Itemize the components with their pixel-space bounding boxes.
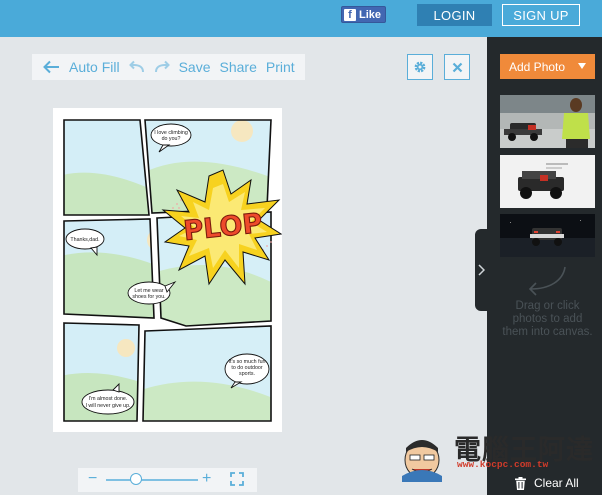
minus-icon[interactable]: − bbox=[88, 470, 97, 488]
settings-button[interactable] bbox=[407, 54, 433, 80]
chevron-right-icon bbox=[478, 264, 485, 276]
bubble-line: do you? bbox=[162, 136, 181, 142]
bubble-line: sports. bbox=[239, 371, 255, 377]
signup-button[interactable]: SIGN UP bbox=[502, 4, 580, 26]
drag-hint-line: them into canvas. bbox=[502, 326, 593, 338]
zoom-slider-track[interactable] bbox=[106, 479, 198, 481]
caret-down-icon bbox=[578, 63, 586, 69]
fullscreen-icon[interactable] bbox=[230, 472, 244, 491]
gear-icon bbox=[414, 61, 426, 73]
facebook-icon: f bbox=[344, 8, 356, 21]
close-button[interactable] bbox=[444, 54, 470, 80]
clear-all-button[interactable]: Clear All bbox=[515, 476, 579, 490]
photo-thumbnail[interactable] bbox=[500, 214, 595, 257]
redo-icon[interactable] bbox=[154, 60, 170, 74]
auto-fill-button[interactable]: Auto Fill bbox=[69, 59, 120, 75]
comic-canvas[interactable]: I love climbing do you? Thanks,dad. Let … bbox=[53, 108, 282, 432]
trash-icon bbox=[515, 476, 526, 490]
close-icon bbox=[452, 62, 462, 72]
facebook-like-label: Like bbox=[359, 8, 382, 21]
plus-icon[interactable]: + bbox=[202, 470, 211, 488]
arrow-left-icon[interactable] bbox=[42, 60, 60, 74]
share-button[interactable]: Share bbox=[220, 59, 257, 75]
undo-icon[interactable] bbox=[128, 60, 145, 74]
bubble-line: I'm almost done. bbox=[89, 396, 128, 402]
drag-hint: Drag or click photos to add them into ca… bbox=[496, 300, 599, 339]
drag-arrow-icon bbox=[528, 266, 566, 296]
add-photo-button[interactable]: Add Photo bbox=[500, 54, 595, 79]
watermark-url: www.kocpc.com.tw bbox=[457, 459, 549, 470]
drag-hint-line: Drag or click bbox=[515, 300, 580, 312]
editor-toolbar: Auto Fill Save Share Print bbox=[32, 54, 305, 80]
bubble-line: shoes for you. bbox=[132, 294, 165, 300]
panel-toggle-tab[interactable] bbox=[475, 229, 488, 311]
print-button[interactable]: Print bbox=[266, 59, 295, 75]
bubble-line: Thanks,dad. bbox=[70, 237, 99, 243]
add-photo-label: Add Photo bbox=[509, 59, 566, 74]
login-button[interactable]: LOGIN bbox=[417, 4, 492, 26]
save-button[interactable]: Save bbox=[179, 59, 211, 75]
zoom-bar: − + bbox=[78, 468, 257, 492]
clear-all-label: Clear All bbox=[534, 476, 579, 490]
facebook-like-button[interactable]: f Like bbox=[341, 6, 387, 23]
bubble-line: I will never give up. bbox=[85, 403, 130, 409]
photo-thumbnail[interactable] bbox=[500, 95, 595, 148]
photo-thumbnail[interactable] bbox=[500, 155, 595, 208]
zoom-slider-thumb[interactable] bbox=[130, 473, 143, 485]
drag-hint-line: photos to add bbox=[512, 313, 583, 325]
